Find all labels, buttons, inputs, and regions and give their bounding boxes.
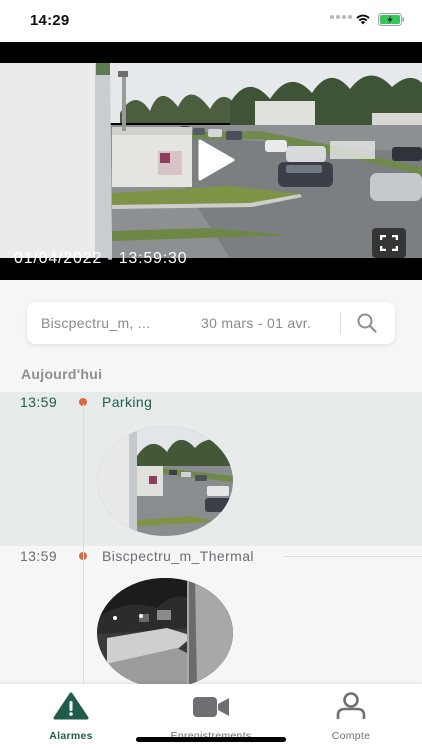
thermal-camera-snapshot[interactable] bbox=[97, 578, 233, 688]
event-time: 13:59 bbox=[20, 394, 58, 410]
app-screen: 14:29 01/04/2022 - 13:59:30 Biscpectru_m… bbox=[0, 0, 422, 750]
fullscreen-button[interactable] bbox=[372, 228, 406, 258]
status-bar: 14:29 bbox=[0, 0, 422, 42]
event-separator bbox=[283, 556, 422, 557]
event-row-parking[interactable]: 13:59 Parking bbox=[0, 392, 422, 546]
date-range-filter[interactable]: 30 mars - 01 avr. bbox=[201, 315, 311, 331]
status-time: 14:29 bbox=[30, 12, 70, 29]
home-indicator bbox=[136, 737, 286, 742]
parking-camera-snapshot[interactable] bbox=[97, 426, 233, 536]
video-timestamp: 01/04/2022 - 13:59:30 bbox=[14, 250, 188, 267]
tab-compte[interactable]: Compte bbox=[301, 692, 401, 744]
timeline-line bbox=[83, 404, 84, 694]
warning-triangle-icon bbox=[53, 692, 89, 720]
event-label: Parking bbox=[102, 394, 153, 410]
event-time: 13:59 bbox=[20, 548, 58, 564]
event-label: Biscpectru_m_Thermal bbox=[102, 548, 254, 564]
tab-label: Compte bbox=[331, 730, 371, 742]
search-icon[interactable] bbox=[357, 313, 377, 333]
person-icon bbox=[336, 692, 366, 719]
battery-charging-icon bbox=[378, 13, 405, 26]
section-title-today: Aujourd'hui bbox=[21, 366, 103, 382]
search-divider bbox=[340, 312, 341, 334]
search-filter-bar[interactable]: Biscpectru_m, ... 30 mars - 01 avr. bbox=[27, 302, 395, 344]
play-icon[interactable] bbox=[196, 138, 236, 182]
event-row-thermal[interactable]: 13:59 Biscpectru_m_Thermal bbox=[0, 546, 422, 688]
video-camera-icon bbox=[193, 697, 229, 717]
wifi-icon bbox=[356, 14, 370, 25]
video-player: 01/04/2022 - 13:59:30 bbox=[0, 42, 422, 280]
tab-label: Alarmes bbox=[49, 730, 93, 742]
camera-filter[interactable]: Biscpectru_m, ... bbox=[41, 315, 150, 331]
fullscreen-icon bbox=[380, 235, 398, 251]
tab-alarmes[interactable]: Alarmes bbox=[21, 692, 121, 744]
cellular-signal-icon bbox=[330, 15, 352, 19]
